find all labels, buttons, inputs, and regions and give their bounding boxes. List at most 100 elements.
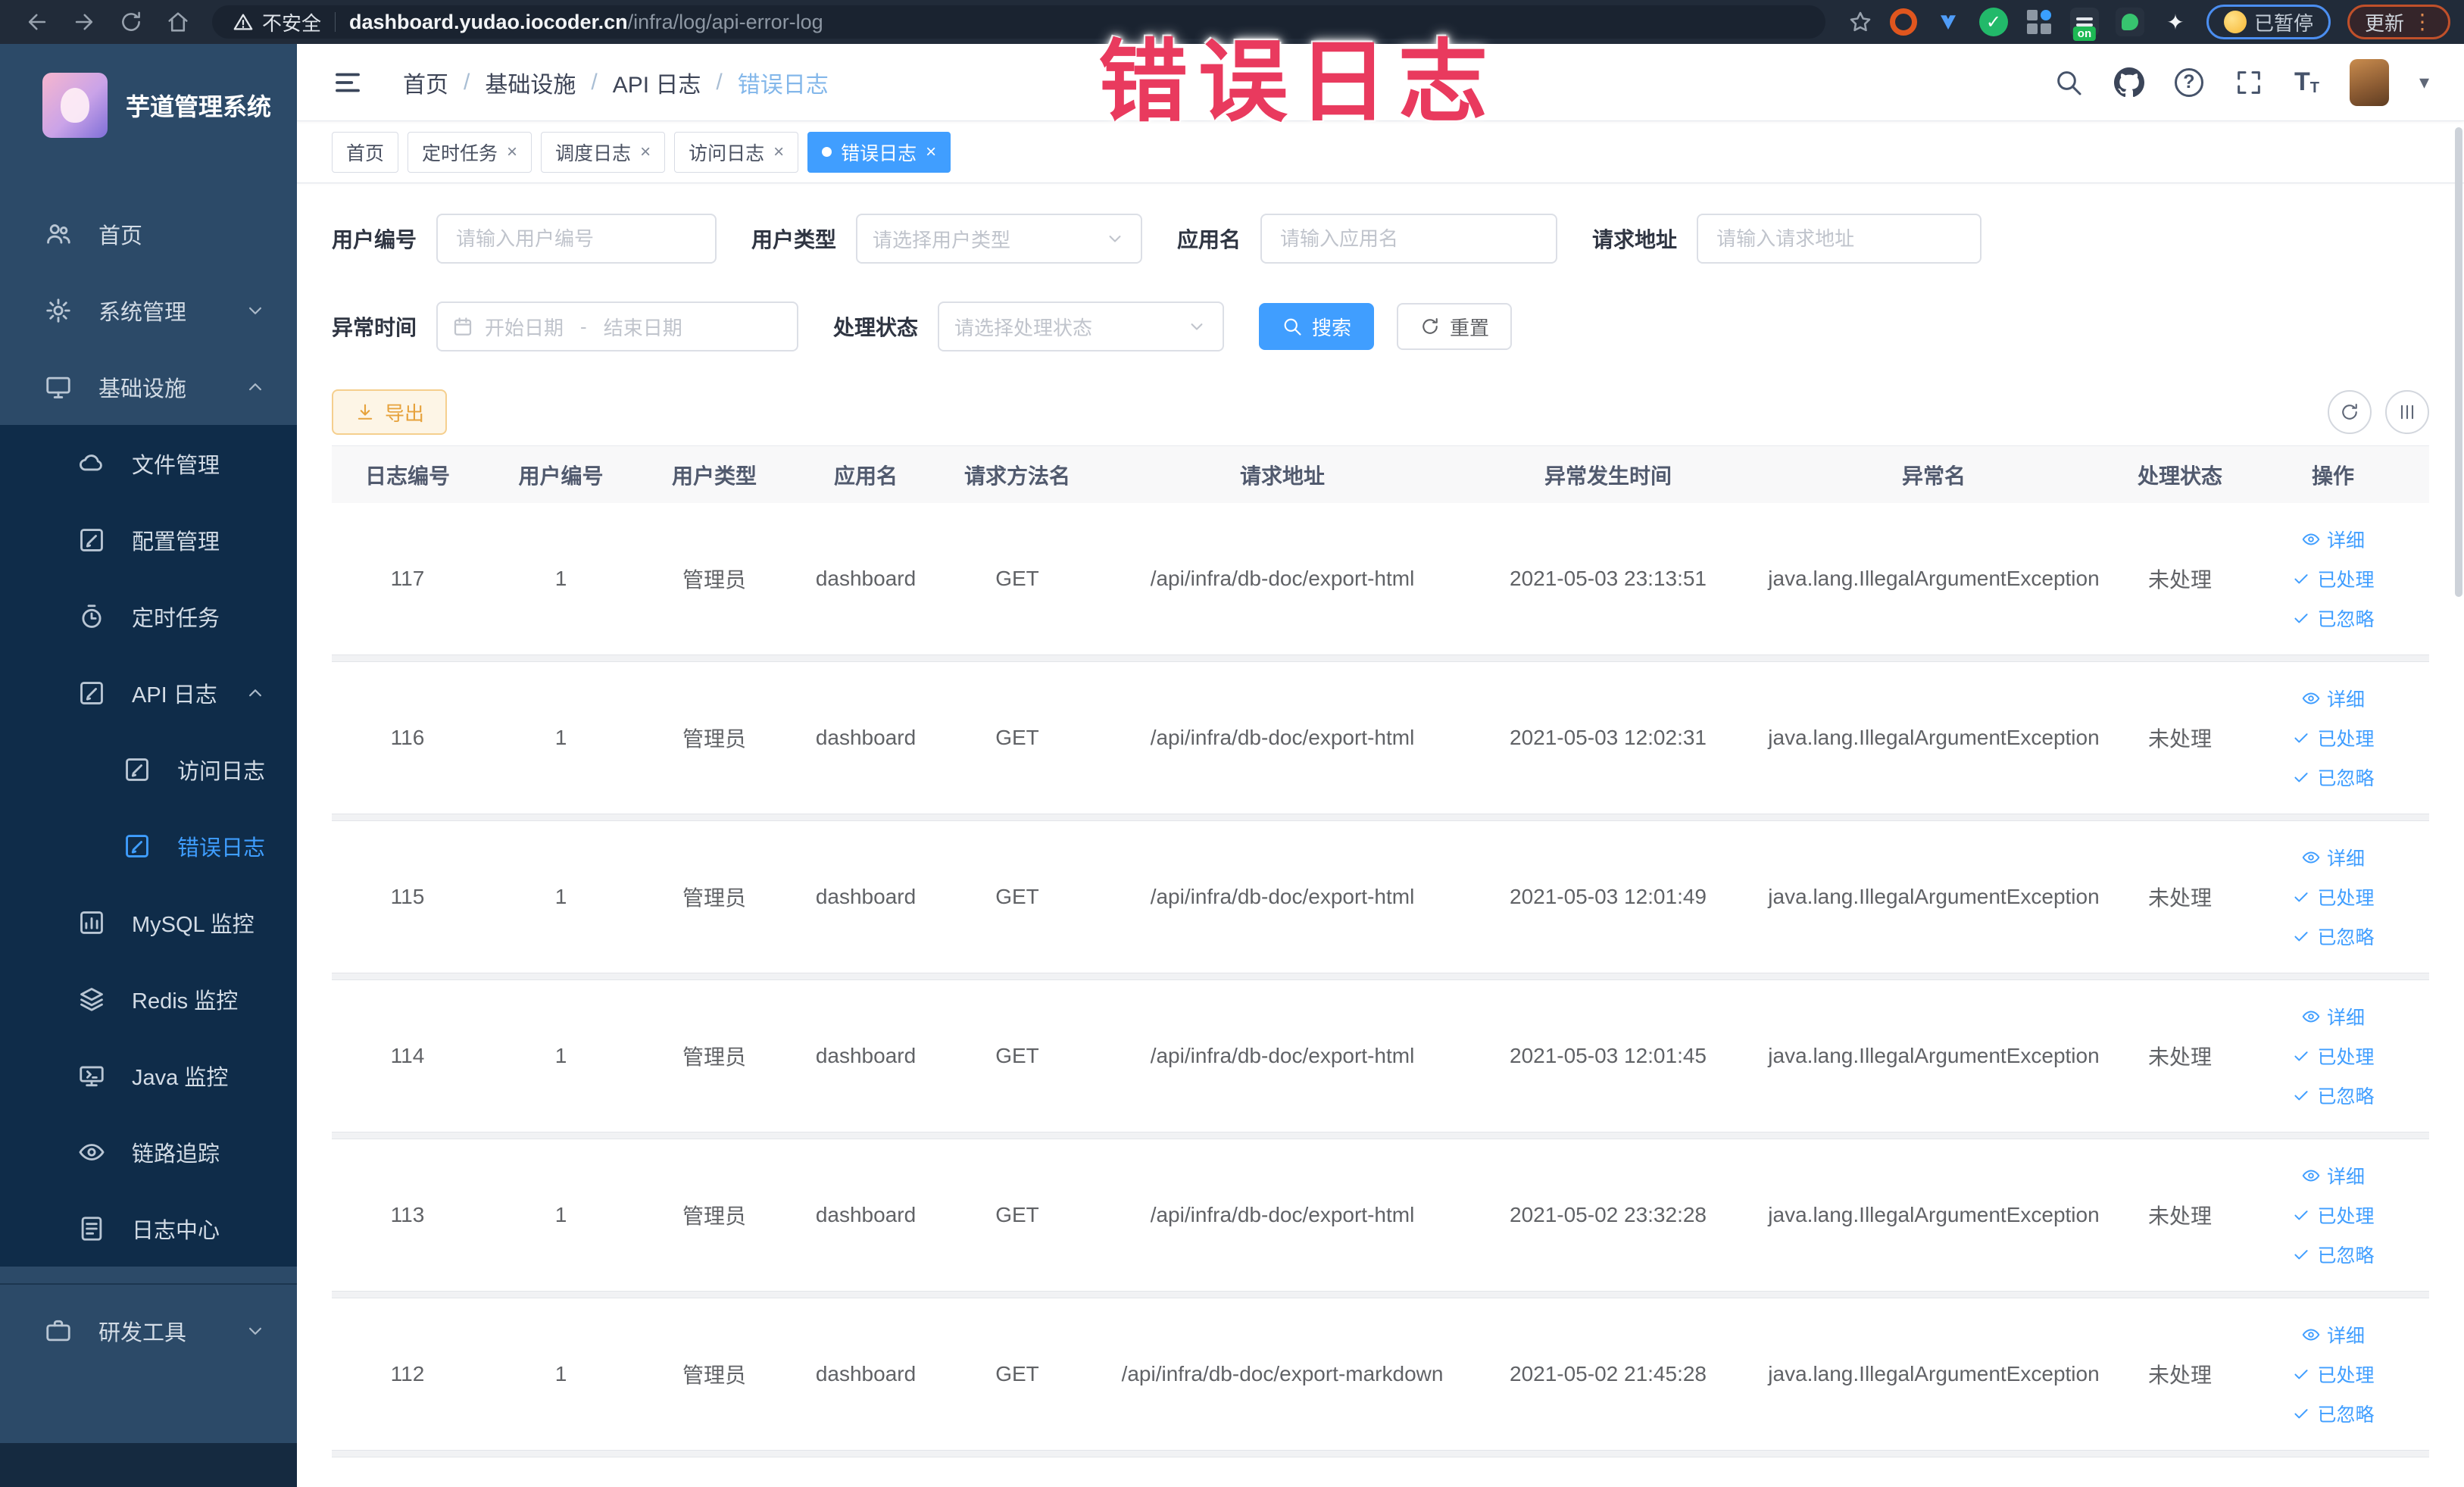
tab-error-log[interactable]: 错误日志 × <box>807 131 951 173</box>
mark-ignored-link[interactable]: 已忽略 <box>2291 1082 2375 1109</box>
mark-ignored-link[interactable]: 已忽略 <box>2291 1400 2375 1427</box>
export-button[interactable]: 导出 <box>332 389 448 435</box>
back-icon[interactable] <box>24 9 50 35</box>
detail-link[interactable]: 详细 <box>2301 1162 2365 1189</box>
sidebar-item-home[interactable]: 首页 <box>0 195 297 272</box>
sidebar-item-label: 文件管理 <box>132 453 220 478</box>
sidebar-item-file-management[interactable]: 文件管理 <box>0 425 297 501</box>
tab-access-log[interactable]: 访问日志 × <box>674 131 799 173</box>
collapse-sidebar-icon[interactable] <box>332 67 364 98</box>
user-id-input[interactable] <box>436 214 717 264</box>
mark-processed-link[interactable]: 已处理 <box>2291 724 2375 751</box>
request-url-input[interactable] <box>1697 214 1982 264</box>
address-bar[interactable]: 不安全 dashboard.yudao.iocoder.cn/infra/log… <box>212 5 1825 39</box>
browser-menu-dots-icon[interactable]: ⋮ <box>2412 11 2433 33</box>
reload-icon[interactable] <box>118 9 144 35</box>
scrollbar-thumb[interactable] <box>2455 127 2462 597</box>
extension-leaf-icon[interactable] <box>2115 8 2144 36</box>
github-icon[interactable] <box>2113 67 2144 98</box>
app-logo-row[interactable]: 芋道管理系统 <box>0 44 297 167</box>
mark-processed-link[interactable]: 已处理 <box>2291 565 2375 592</box>
reset-button[interactable]: 重置 <box>1397 303 1513 350</box>
refresh-table-button[interactable] <box>2328 390 2372 434</box>
extension-green-check-icon[interactable]: ✓ <box>1978 8 2008 36</box>
mark-ignored-link[interactable]: 已忽略 <box>2291 764 2375 791</box>
avatar[interactable] <box>2349 58 2389 106</box>
mark-processed-link[interactable]: 已处理 <box>2291 1360 2375 1388</box>
sidebar-item-error-log[interactable]: 错误日志 <box>0 808 297 884</box>
extension-orange-icon[interactable] <box>1889 8 1917 36</box>
bookmark-star-icon[interactable] <box>1847 9 1873 35</box>
cell-request-url: /api/infra/db-doc/export-html <box>1150 726 1415 749</box>
detail-link[interactable]: 详细 <box>2301 526 2365 553</box>
extension-blue-icon[interactable] <box>1934 8 1963 36</box>
sidebar-item-infrastructure[interactable]: 基础设施 <box>0 348 297 425</box>
tab-home[interactable]: 首页 <box>332 131 399 173</box>
cell-actions: 详细 已处理 已忽略 <box>2237 685 2429 791</box>
sidebar-item-label: 系统管理 <box>98 300 187 325</box>
search-button[interactable]: 搜索 <box>1259 303 1375 350</box>
user-menu-caret-icon[interactable]: ▾ <box>2419 70 2429 94</box>
sidebar-item-java-monitor[interactable]: Java 监控 <box>0 1037 297 1114</box>
extension-grid-icon[interactable] <box>2025 8 2053 36</box>
check-icon <box>2294 932 2309 942</box>
close-icon[interactable]: × <box>773 142 784 163</box>
extensions-puzzle-icon[interactable]: ✦ <box>2161 8 2190 36</box>
detail-link[interactable]: 详细 <box>2301 844 2365 871</box>
detail-link[interactable]: 详细 <box>2301 1003 2365 1030</box>
sidebar-item-redis-monitor[interactable]: Redis 监控 <box>0 961 297 1037</box>
mark-ignored-link[interactable]: 已忽略 <box>2291 1241 2375 1268</box>
app-name-input[interactable] <box>1260 214 1558 264</box>
browser-update-button[interactable]: 更新 ⋮ <box>2347 5 2450 39</box>
sidebar-item-mysql-monitor[interactable]: MySQL 监控 <box>0 884 297 961</box>
mark-ignored-link[interactable]: 已忽略 <box>2291 923 2375 950</box>
search-icon[interactable] <box>2053 67 2084 98</box>
cell-log-id: 116 <box>390 726 425 749</box>
column-settings-button[interactable] <box>2385 390 2429 434</box>
sidebar-item-dev-tools[interactable]: 研发工具 <box>0 1292 297 1369</box>
link-label: 已忽略 <box>2317 927 2375 948</box>
paused-extension-chip[interactable]: 已暂停 <box>2206 5 2331 39</box>
sidebar-item-label: 访问日志 <box>177 759 266 784</box>
link-label: 详细 <box>2326 848 2365 870</box>
cell-app-name: dashboard <box>815 726 917 749</box>
sidebar-item-scheduled-jobs[interactable]: 定时任务 <box>0 578 297 654</box>
filter-request-url: 请求地址 <box>1592 214 1982 264</box>
detail-link[interactable]: 详细 <box>2301 1321 2365 1348</box>
cell-exception-name: java.lang.IllegalArgumentException <box>1768 1203 2100 1226</box>
security-label[interactable]: 不安全 <box>262 8 321 36</box>
cell-user-id: 1 <box>554 1203 567 1226</box>
sidebar-item-system[interactable]: 系统管理 <box>0 272 297 348</box>
cell-log-id: 112 <box>390 1362 425 1385</box>
detail-link[interactable]: 详细 <box>2301 685 2365 712</box>
tab-schedule-log[interactable]: 调度日志 × <box>541 131 666 173</box>
mark-processed-link[interactable]: 已处理 <box>2291 883 2375 911</box>
table-row: 116 1 管理员 dashboard GET /api/infra/db-do… <box>332 662 2429 814</box>
date-range-picker[interactable]: 开始日期 - 结束日期 <box>436 301 799 351</box>
close-icon[interactable]: × <box>640 142 651 163</box>
help-icon[interactable]: ? <box>2174 67 2203 97</box>
mark-processed-link[interactable]: 已处理 <box>2291 1201 2375 1229</box>
close-icon[interactable]: × <box>926 142 936 163</box>
sidebar-divider <box>0 1283 297 1285</box>
sidebar-item-log-center[interactable]: 日志中心 <box>0 1190 297 1267</box>
breadcrumb-item[interactable]: API 日志 <box>613 66 701 99</box>
sidebar-item-api-log[interactable]: API 日志 <box>0 654 297 731</box>
close-icon[interactable]: × <box>507 142 517 163</box>
mark-ignored-link[interactable]: 已忽略 <box>2291 604 2375 632</box>
sidebar-item-access-log[interactable]: 访问日志 <box>0 731 297 808</box>
tab-scheduled-jobs[interactable]: 定时任务 × <box>408 131 532 173</box>
user-type-select[interactable]: 请选择用户类型 <box>856 214 1143 264</box>
sidebar-item-trace[interactable]: 链路追踪 <box>0 1114 297 1190</box>
extension-on-toggle-icon[interactable]: on <box>2069 8 2099 41</box>
forward-icon[interactable] <box>71 9 97 35</box>
breadcrumb-item[interactable]: 首页 <box>403 66 448 99</box>
process-status-select[interactable]: 请选择处理状态 <box>938 301 1225 351</box>
fullscreen-icon[interactable] <box>2234 67 2264 98</box>
code-monitor-icon <box>80 1065 104 1086</box>
breadcrumb-item[interactable]: 基础设施 <box>485 66 576 99</box>
home-icon[interactable] <box>165 9 191 35</box>
font-size-icon[interactable]: TT <box>2294 67 2319 97</box>
mark-processed-link[interactable]: 已处理 <box>2291 1042 2375 1070</box>
sidebar-item-config-management[interactable]: 配置管理 <box>0 501 297 578</box>
